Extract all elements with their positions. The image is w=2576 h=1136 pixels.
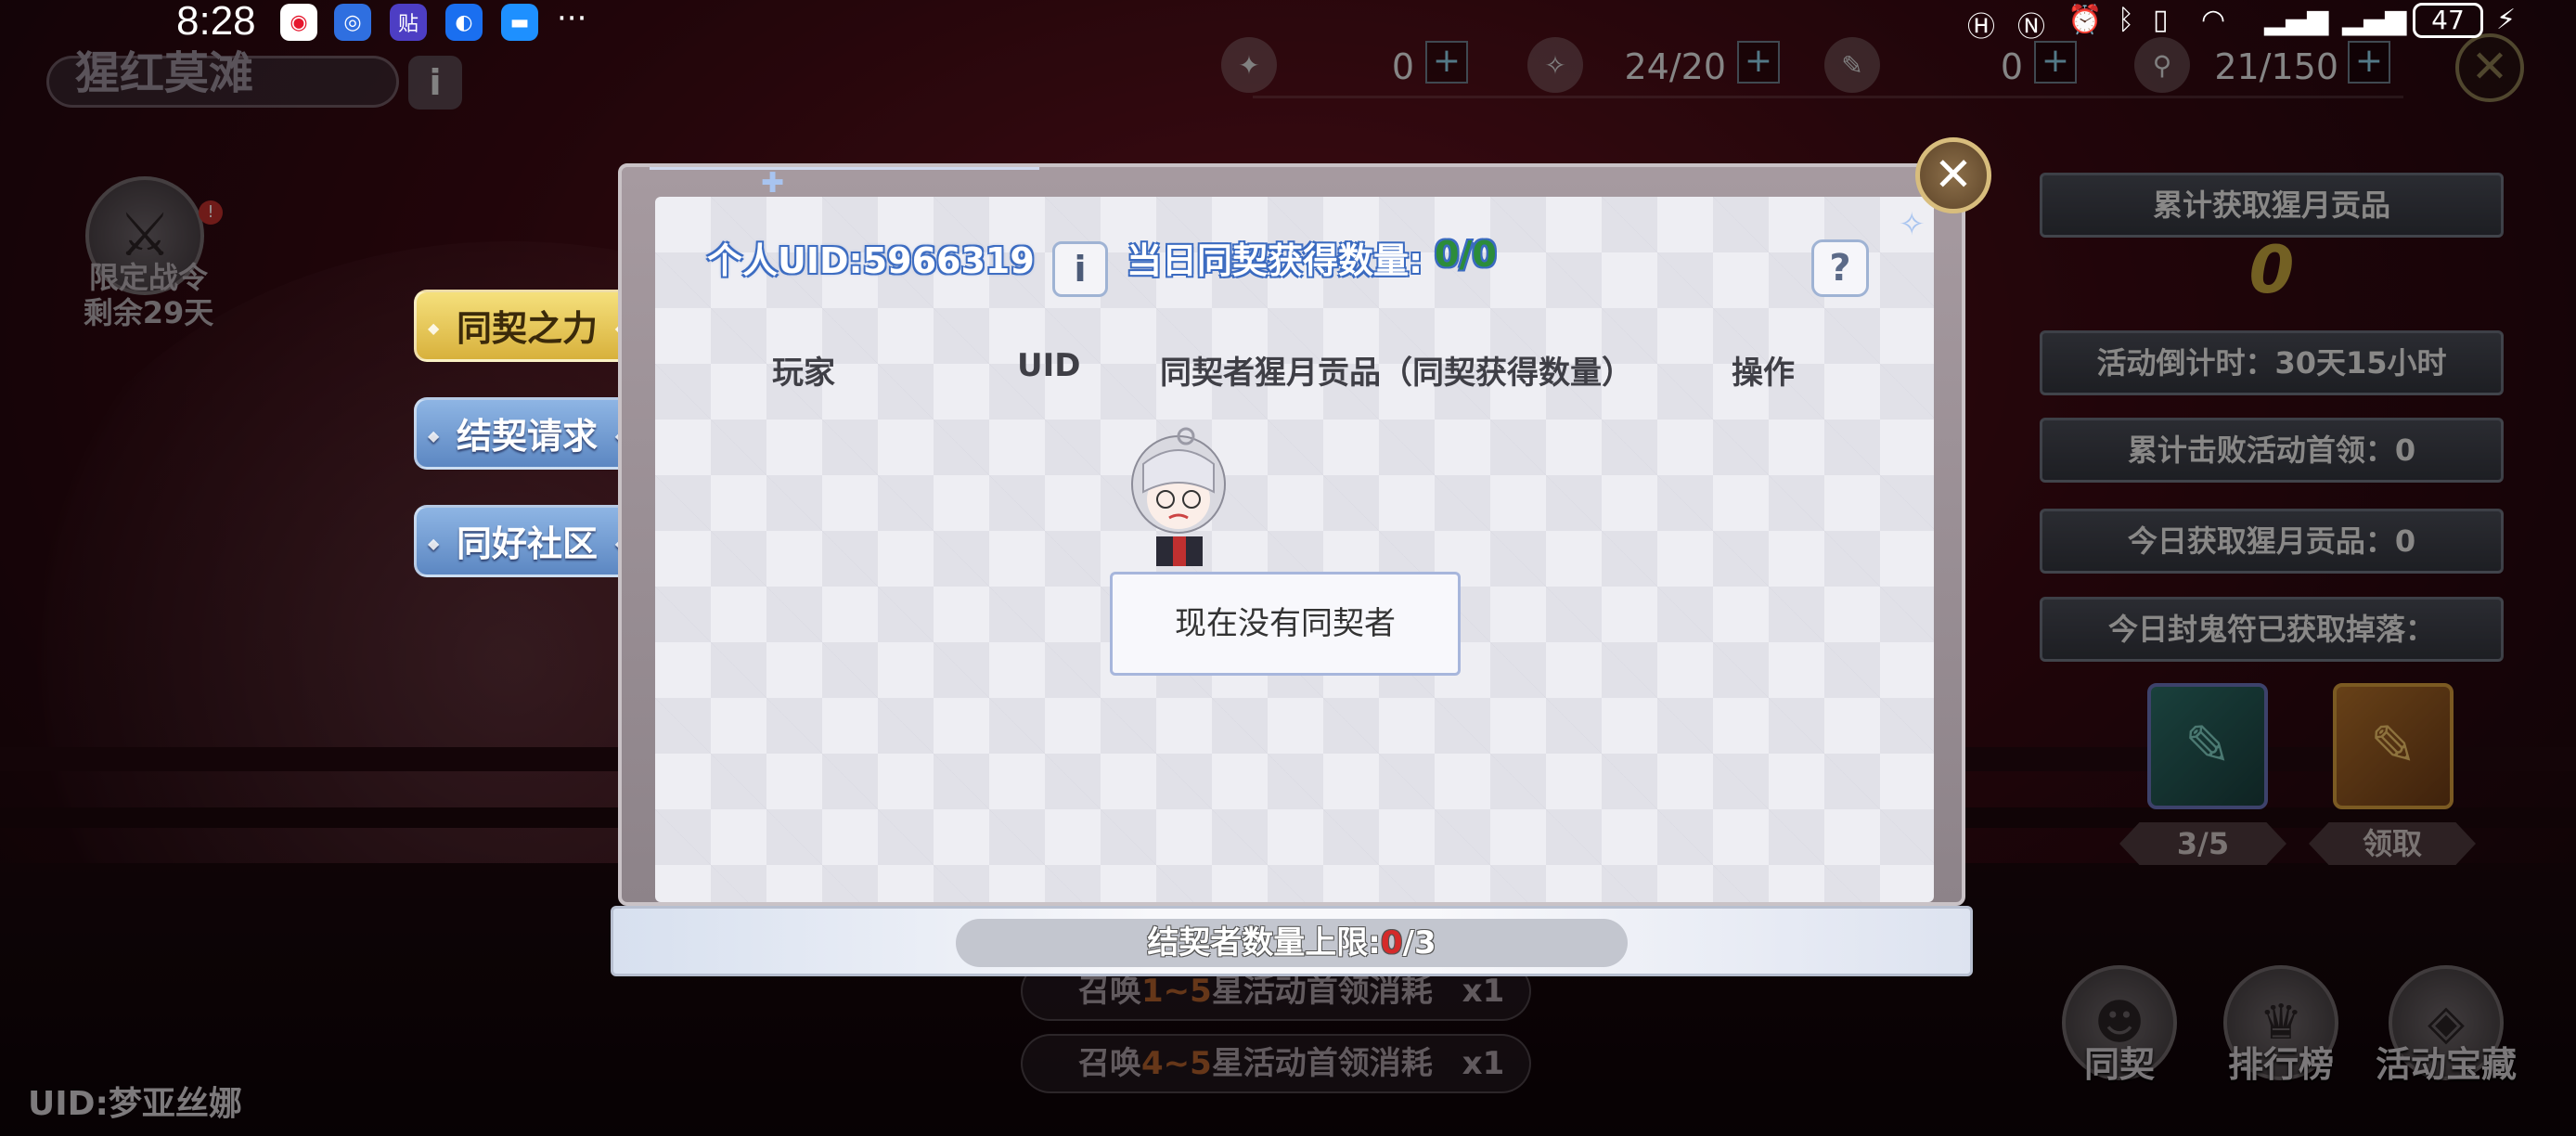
hd-icon: Ⓗ [1967,11,1995,44]
pact-capacity-prefix: 结契者数量上限: [1147,924,1381,962]
empty-state-message: 现在没有同契者 [1110,572,1461,676]
modal-decoration [650,167,1039,178]
status-bar: 8:28 ◉ ◎ 贴 ◐ ▬ ··· Ⓗ Ⓝ ⏰ ᛒ ▯ ◠ ▂▄▆ ▂▄▆ 4… [0,0,2576,44]
column-header-uid: UID [1017,347,1081,384]
help-icon[interactable]: ? [1811,239,1869,297]
tab-pact-power[interactable]: 同契之力 [414,290,640,365]
pact-capacity-current: 0 [1380,924,1403,962]
battery-indicator: 47 [2413,3,2483,38]
alarm-icon: ⏰ [2067,4,2103,36]
app-icon: ◎ [334,4,371,41]
sparkle-icon: ✧ [1899,206,1926,243]
tieba-icon: 贴 [390,4,427,41]
chibi-mascot [1131,427,1226,566]
bulb-icon: ◐ [445,4,483,41]
column-header-player: 玩家 [772,355,835,392]
vibrate-icon: ▯ [2153,4,2169,36]
signal-icon: ▂▄▆ [2342,4,2407,36]
weibo-icon: ◉ [280,4,317,41]
charging-icon: ⚡ [2496,4,2517,36]
pact-capacity-label: 结契者数量上限:0/3 [956,919,1628,967]
column-header-tributes: 同契者猩月贡品（同契获得数量） [1160,355,1633,392]
signal-icon: ▂▄▆ [2264,4,2329,36]
sparkle-icon: ✚ [761,167,785,200]
nfc-icon: Ⓝ [2017,11,2045,44]
personal-uid: 个人UID:5966319 [707,240,1035,281]
bluetooth-icon: ᛒ [2118,4,2134,36]
daily-pact-value: 0/0 [1435,234,1497,275]
message-icon: ▬ [501,4,538,41]
pact-capacity-max: /3 [1402,924,1436,962]
close-icon[interactable]: ✕ [1915,137,1991,213]
info-icon[interactable]: i [1052,241,1108,297]
tab-pact-requests[interactable]: 结契请求 [414,397,640,472]
more-notifications-icon: ··· [557,0,587,37]
modal-content [655,197,1934,902]
status-clock: 8:28 [176,0,256,44]
column-header-actions: 操作 [1732,355,1795,392]
daily-pact-label: 当日同契获得数量: [1127,240,1423,281]
wifi-icon: ◠ [2201,4,2226,36]
tab-community[interactable]: 同好社区 [414,505,640,580]
